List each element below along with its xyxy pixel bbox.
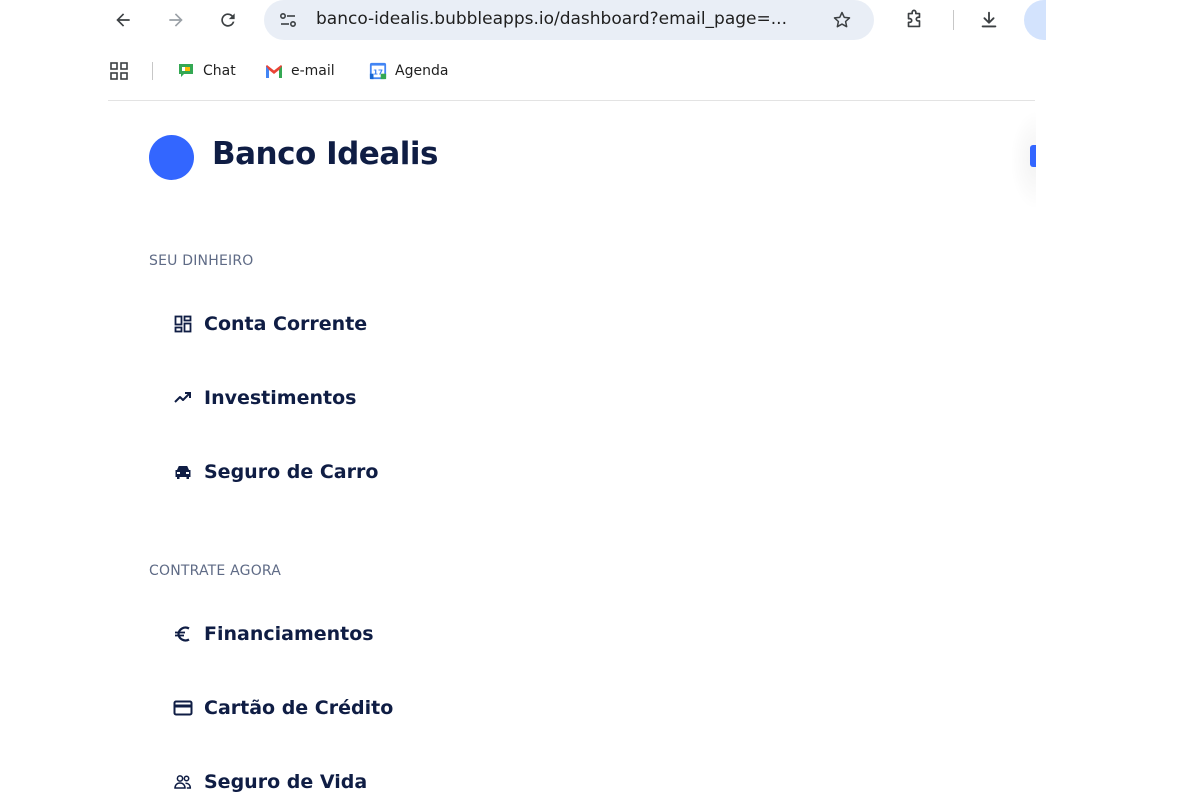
menu-item-seguro-de-vida[interactable]: Seguro de Vida bbox=[172, 767, 367, 797]
calendar-day-number: 17 bbox=[373, 68, 383, 77]
dashboard-grid-icon bbox=[172, 313, 194, 335]
euro-icon bbox=[172, 623, 194, 645]
browser-chrome: banco-idealis.bubbleapps.io/dashboard?em… bbox=[0, 0, 1046, 102]
menu-item-seguro-de-carro[interactable]: Seguro de Carro bbox=[172, 457, 378, 487]
download-icon bbox=[981, 11, 997, 28]
bookmarks-separator bbox=[152, 62, 153, 80]
menu-item-cartao-de-credito[interactable]: Cartão de Crédito bbox=[172, 693, 393, 723]
menu-item-label: Conta Corrente bbox=[204, 313, 368, 335]
site-info-icon[interactable] bbox=[276, 8, 300, 32]
car-icon bbox=[172, 461, 194, 483]
menu-item-label: Seguro de Vida bbox=[204, 771, 368, 793]
arrow-right-icon bbox=[169, 13, 183, 27]
bookmarks-bar: Chat e-mail 17 Agenda bbox=[0, 56, 1035, 86]
google-chat-icon bbox=[177, 62, 195, 80]
trending-up-icon bbox=[172, 387, 194, 409]
puzzle-icon bbox=[907, 9, 921, 28]
profile-button[interactable] bbox=[1024, 0, 1046, 40]
toolbar-divider bbox=[953, 10, 954, 30]
browser-toolbar: banco-idealis.bubbleapps.io/dashboard?em… bbox=[0, 0, 1046, 40]
forward-button[interactable] bbox=[162, 6, 190, 34]
chrome-divider bbox=[108, 100, 1035, 101]
back-button[interactable] bbox=[109, 6, 137, 34]
people-icon bbox=[172, 771, 194, 793]
bookmark-star-icon[interactable] bbox=[830, 8, 854, 32]
brand-logo[interactable] bbox=[149, 135, 194, 180]
section-title-seu-dinheiro: SEU DINHEIRO bbox=[149, 253, 254, 269]
credit-card-icon bbox=[172, 697, 194, 719]
header-avatar-edge[interactable] bbox=[1030, 145, 1036, 167]
menu-item-label: Financiamentos bbox=[204, 623, 374, 645]
bookmark-label: e-mail bbox=[291, 63, 335, 79]
menu-item-label: Cartão de Crédito bbox=[204, 697, 394, 719]
extensions-button[interactable] bbox=[900, 6, 928, 34]
menu-item-label: Seguro de Carro bbox=[204, 461, 379, 483]
bookmark-label: Chat bbox=[203, 63, 236, 79]
calendar-icon: 17 bbox=[369, 62, 387, 80]
bookmark-agenda[interactable]: 17 Agenda bbox=[369, 59, 448, 83]
reload-button[interactable] bbox=[214, 6, 242, 34]
gmail-icon bbox=[265, 62, 283, 80]
apps-grid-icon[interactable] bbox=[108, 60, 130, 82]
menu-item-investimentos[interactable]: Investimentos bbox=[172, 383, 356, 413]
bookmark-label: Agenda bbox=[395, 63, 449, 79]
brand-name[interactable]: Banco Idealis bbox=[212, 136, 438, 172]
downloads-button[interactable] bbox=[975, 6, 1003, 34]
arrow-left-icon bbox=[116, 13, 130, 27]
menu-item-financiamentos[interactable]: Financiamentos bbox=[172, 619, 374, 649]
section-title-contrate-agora: CONTRATE AGORA bbox=[149, 563, 282, 579]
menu-item-label: Investimentos bbox=[204, 387, 357, 409]
menu-item-conta-corrente[interactable]: Conta Corrente bbox=[172, 309, 367, 339]
reload-icon bbox=[221, 13, 235, 27]
bookmark-chat[interactable]: Chat bbox=[177, 59, 236, 83]
address-bar[interactable]: banco-idealis.bubbleapps.io/dashboard?em… bbox=[264, 0, 874, 40]
url-text[interactable]: banco-idealis.bubbleapps.io/dashboard?em… bbox=[316, 9, 821, 29]
bookmark-email[interactable]: e-mail bbox=[265, 59, 335, 83]
